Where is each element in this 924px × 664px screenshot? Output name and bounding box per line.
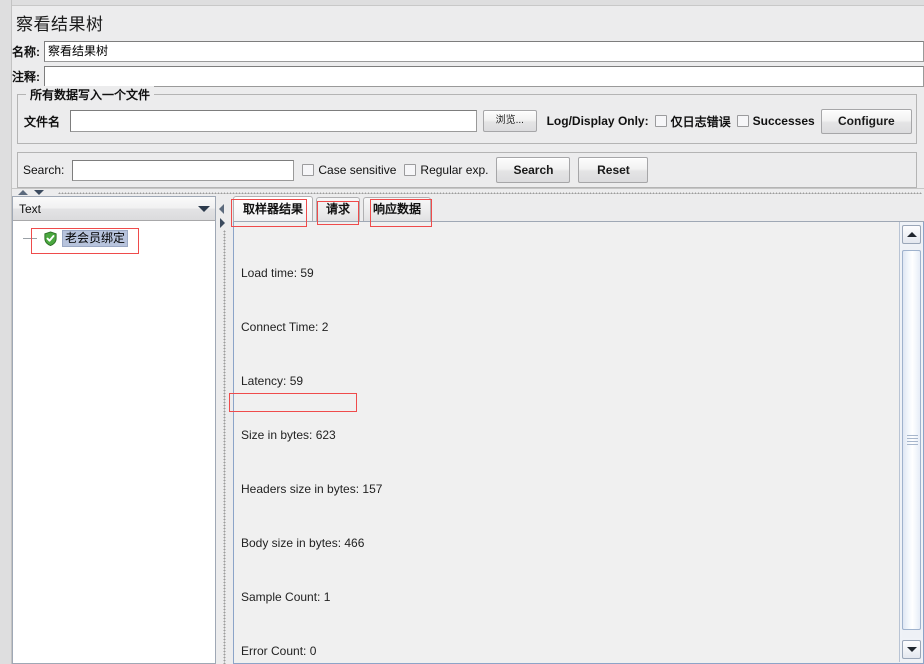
horizontal-splitter[interactable] bbox=[12, 188, 924, 196]
result-line: Size in bytes: 623 bbox=[241, 428, 336, 442]
result-tab-strip: 取样器结果 请求 响应数据 bbox=[233, 196, 924, 222]
page-title: 察看结果树 bbox=[16, 15, 104, 34]
configure-button[interactable]: Configure bbox=[820, 108, 912, 134]
renderer-dropdown[interactable]: Text bbox=[13, 197, 215, 221]
scrollbar-grip-icon bbox=[907, 435, 918, 445]
log-display-only-label: Log/Display Only: bbox=[546, 114, 649, 128]
chevron-up-icon bbox=[906, 232, 917, 237]
green-shield-check-icon bbox=[44, 230, 57, 246]
case-sensitive-checkbox-box[interactable] bbox=[302, 164, 315, 176]
errors-only-checkbox-box[interactable] bbox=[654, 115, 667, 127]
comment-row: 注释: bbox=[12, 66, 924, 87]
chevron-down-icon[interactable] bbox=[193, 197, 215, 221]
tree-item-row[interactable]: 老会员绑定 bbox=[23, 229, 129, 247]
regular-exp-checkbox-box[interactable] bbox=[404, 164, 417, 176]
splitter-collapse-down-icon[interactable] bbox=[34, 190, 44, 195]
filename-input[interactable] bbox=[70, 110, 477, 132]
errors-only-checkbox[interactable]: 仅日志错误 bbox=[654, 113, 731, 130]
result-detail-panel: 取样器结果 请求 响应数据 Load time: 59 Connect Time… bbox=[233, 196, 924, 664]
search-row: Search: Case sensitive Regular exp. Sear… bbox=[23, 156, 913, 184]
sampler-result-vertical-scrollbar[interactable] bbox=[899, 222, 923, 662]
search-button[interactable]: Search bbox=[496, 157, 571, 183]
result-line: Latency: 59 bbox=[241, 374, 304, 388]
result-line: Error Count: 0 bbox=[241, 644, 317, 658]
scrollbar-thumb[interactable] bbox=[902, 250, 921, 630]
scrollbar-down-button[interactable] bbox=[902, 640, 921, 659]
window-top-strip bbox=[0, 0, 924, 6]
successes-checkbox[interactable]: Successes bbox=[736, 114, 815, 128]
case-sensitive-checkbox-label: Case sensitive bbox=[318, 163, 397, 177]
renderer-dropdown-value: Text bbox=[19, 201, 42, 216]
tree-item-label: 老会员绑定 bbox=[62, 229, 129, 247]
name-label: 名称: bbox=[12, 45, 40, 59]
errors-only-checkbox-label: 仅日志错误 bbox=[670, 114, 731, 129]
chevron-down-icon bbox=[906, 647, 917, 652]
filename-row: 文件名 浏览... Log/Display Only: 仅日志错误 Succes… bbox=[24, 108, 912, 134]
splitter-collapse-up-icon[interactable] bbox=[18, 190, 28, 195]
regular-exp-checkbox-label: Regular exp. bbox=[420, 163, 489, 177]
write-all-data-to-file-title: 所有数据写入一个文件 bbox=[26, 86, 155, 103]
results-tree-body[interactable]: 老会员绑定 bbox=[13, 221, 215, 663]
reset-button[interactable]: Reset bbox=[578, 157, 649, 183]
splitter-collapse-left-icon[interactable] bbox=[219, 204, 224, 214]
case-sensitive-checkbox[interactable]: Case sensitive bbox=[302, 163, 396, 177]
search-input[interactable] bbox=[72, 159, 295, 181]
comment-label: 注释: bbox=[12, 70, 40, 84]
successes-checkbox-box[interactable] bbox=[736, 115, 749, 127]
tab-sampler-result[interactable]: 取样器结果 bbox=[233, 196, 314, 221]
vertical-splitter[interactable] bbox=[217, 196, 233, 664]
search-group: Search: Case sensitive Regular exp. Sear… bbox=[17, 152, 917, 188]
filename-label: 文件名 bbox=[24, 114, 61, 129]
results-main-area: Text 老会员绑定 取样器结果 请求 响应数据 Load time: 59 C… bbox=[12, 196, 924, 664]
tab-request[interactable]: 请求 bbox=[316, 197, 361, 221]
result-line: Load time: 59 bbox=[241, 266, 314, 280]
scrollbar-up-button[interactable] bbox=[902, 225, 921, 244]
result-line: Sample Count: 1 bbox=[241, 590, 331, 604]
name-input[interactable]: 察看结果树 bbox=[44, 41, 924, 62]
vertical-splitter-grip bbox=[223, 230, 226, 664]
tab-response-data[interactable]: 响应数据 bbox=[363, 197, 432, 221]
search-label: Search: bbox=[23, 163, 65, 177]
view-results-tree-window: 察看结果树 名称: 察看结果树 注释: 所有数据写入一个文件 文件名 浏览...… bbox=[0, 0, 924, 664]
sampler-result-text[interactable]: Load time: 59 Connect Time: 2 Latency: 5… bbox=[234, 222, 899, 663]
result-line: Headers size in bytes: 157 bbox=[241, 482, 383, 496]
splitter-collapse-right-icon[interactable] bbox=[220, 218, 225, 228]
write-all-data-to-file-group: 所有数据写入一个文件 文件名 浏览... Log/Display Only: 仅… bbox=[17, 86, 917, 144]
regular-exp-checkbox[interactable]: Regular exp. bbox=[404, 163, 488, 177]
results-tree-panel: Text 老会员绑定 bbox=[12, 196, 216, 664]
browse-button[interactable]: 浏览... bbox=[482, 110, 537, 132]
horizontal-splitter-grip bbox=[58, 192, 922, 194]
name-row: 名称: 察看结果树 bbox=[12, 41, 924, 62]
successes-checkbox-label: Successes bbox=[752, 114, 815, 128]
tree-expand-handle-icon bbox=[23, 237, 37, 239]
comment-input[interactable] bbox=[44, 66, 924, 87]
window-left-gutter bbox=[0, 0, 12, 664]
result-line: Body size in bytes: 466 bbox=[241, 536, 365, 550]
sampler-result-area: Load time: 59 Connect Time: 2 Latency: 5… bbox=[233, 222, 924, 664]
result-line: Connect Time: 2 bbox=[241, 320, 329, 334]
